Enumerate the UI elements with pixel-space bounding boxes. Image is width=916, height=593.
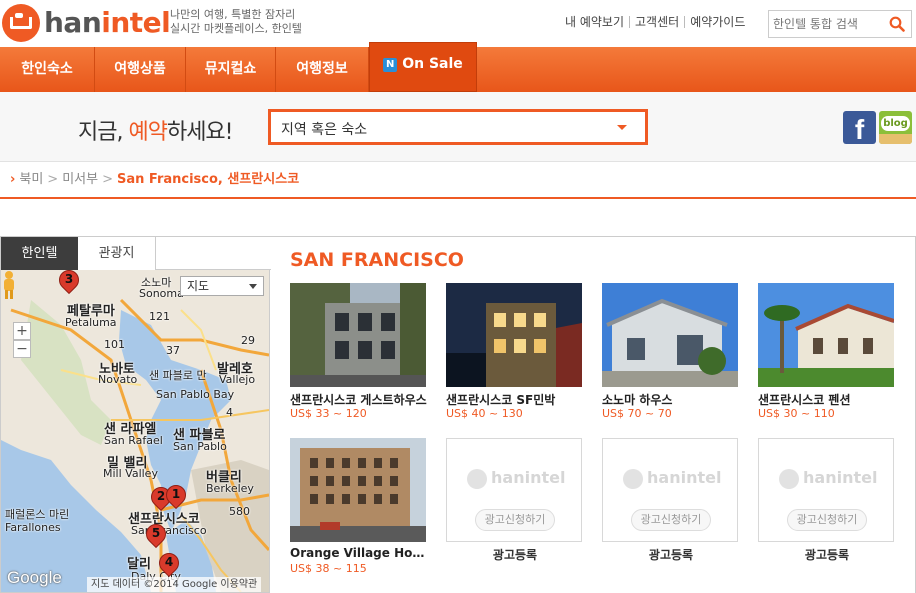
map-label-road-29: 29 (241, 334, 255, 347)
map-label-berkeley-en: Berkeley (206, 482, 254, 495)
nav-on-sale[interactable]: N On Sale (369, 42, 477, 92)
map-panel: 한인텔 관광지 소노마 Sonoma 페탈루마 Petaluma 121 101… (0, 236, 271, 593)
reservation-guide-link[interactable]: 예약가이드 (685, 16, 750, 28)
new-badge-icon: N (383, 58, 398, 72)
map-label-sanrafael-en: San Rafael (104, 434, 163, 447)
tagline: 나만의 여행, 특별한 잠자리 실시간 마켓플레이스, 한인텔 (170, 8, 302, 36)
chevron-down-icon (617, 125, 627, 130)
lodging-name[interactable]: 샌프란시스코 펜션 (758, 391, 896, 408)
nav-tour-products[interactable]: 여행상품 (95, 47, 186, 92)
hanintel-logo[interactable]: hanintel (2, 4, 171, 42)
site-header: hanintel 나만의 여행, 특별한 잠자리 실시간 마켓플레이스, 한인텔… (0, 0, 916, 46)
zoom-out-button[interactable]: − (13, 340, 31, 358)
lodging-name[interactable]: 소노마 하우스 (602, 391, 740, 408)
lodging-name[interactable]: 샌프란시스코 게스트하우스 (290, 391, 428, 408)
ad-box[interactable]: hanintel 광고신청하기 (602, 438, 738, 542)
search-band: 지금, 예약하세요! 지역 혹은 숙소 f blog (0, 92, 916, 162)
nav-travel-info[interactable]: 여행정보 (276, 47, 369, 92)
map-label-vallejo-en: Vallejo (219, 373, 256, 386)
main-nav: 한인숙소 여행상품 뮤지컬쇼 여행정보 N On Sale (0, 42, 916, 92)
breadcrumb-arrow-icon: › (10, 172, 16, 187)
bed-icon (2, 4, 40, 42)
my-reservations-link[interactable]: 내 예약보기 (560, 16, 631, 28)
ad-apply-button[interactable]: 광고신청하기 (631, 509, 711, 531)
hanintel-logo-placeholder: hanintel (779, 468, 879, 489)
blog-icon[interactable]: blog (879, 111, 912, 144)
reserve-headline: 지금, 예약하세요! (78, 120, 233, 145)
map-type-select[interactable]: 지도 (180, 276, 264, 296)
map-label-farallones-en: Farallones (5, 521, 61, 534)
city-title: SAN FRANCISCO (290, 249, 464, 271)
customer-center-link[interactable]: 고객센터 (630, 16, 686, 28)
tagline-line-2: 실시간 마켓플레이스, 한인텔 (170, 22, 302, 35)
on-sale-label: On Sale (402, 56, 463, 72)
breadcrumb: › 북미 > 미서부 > San Francisco, 샌프란시스코 (0, 163, 916, 199)
lodging-photo[interactable] (290, 438, 426, 542)
utility-links: 내 예약보기 고객센터 예약가이드 (560, 16, 750, 28)
map-label-farallones-ko: 패럴론스 마린 (5, 508, 70, 521)
ad-label[interactable]: 광고등록 (446, 546, 584, 563)
google-logo: Google (7, 568, 62, 587)
map-label-road-101: 101 (104, 338, 125, 351)
map[interactable]: 소노마 Sonoma 페탈루마 Petaluma 121 101 37 29 노… (1, 270, 269, 592)
map-marker-1[interactable]: 1 (161, 480, 191, 513)
map-label-road-121: 121 (149, 310, 170, 323)
map-marker-3[interactable]: 3 (54, 270, 84, 298)
listings-panel: SAN FRANCISCO 샌프란시스코 게스트하우스 US$ 33 ~ 120 (270, 236, 916, 593)
blog-label: blog (881, 116, 910, 131)
logo-wordmark: hanintel (44, 6, 171, 39)
lodging-photo[interactable] (602, 283, 738, 387)
lodging-price: US$ 40 ~ 130 (446, 407, 523, 420)
lodging-price: US$ 70 ~ 70 (602, 407, 672, 420)
lodging-name[interactable]: 샌프란시스코 SF민박 (446, 391, 584, 408)
facebook-icon[interactable]: f (843, 111, 876, 145)
tab-hanintel[interactable]: 한인텔 (1, 237, 78, 270)
breadcrumb-current: San Francisco, 샌프란시스코 (116, 172, 300, 187)
street-view-pegman-icon[interactable] (1, 270, 17, 300)
breadcrumb-north-america[interactable]: 북미 (19, 172, 43, 187)
search-icon[interactable] (889, 16, 905, 32)
top-search-input[interactable] (773, 15, 883, 33)
lodging-price: US$ 38 ~ 115 (290, 562, 367, 575)
region-select-value: 지역 혹은 숙소 (281, 122, 368, 138)
map-label-sanpablobay-en: San Pablo Bay (156, 388, 235, 401)
map-label-road-4: 4 (226, 406, 233, 419)
lodging-photo[interactable] (290, 283, 426, 387)
zoom-in-button[interactable]: + (13, 322, 31, 340)
map-label-petaluma-en: Petaluma (65, 316, 117, 329)
chevron-down-icon (249, 284, 257, 289)
map-label-road-37: 37 (166, 344, 180, 357)
map-label-sonoma-en: Sonoma (139, 287, 184, 300)
lodging-name[interactable]: Orange Village Hostel (290, 546, 428, 560)
ad-apply-button[interactable]: 광고신청하기 (787, 509, 867, 531)
nav-musical-show[interactable]: 뮤지컬쇼 (186, 47, 276, 92)
top-search-box (768, 10, 912, 38)
tagline-line-1: 나만의 여행, 특별한 잠자리 (170, 8, 296, 21)
ad-apply-button[interactable]: 광고신청하기 (475, 509, 555, 531)
nav-korean-lodging[interactable]: 한인숙소 (0, 47, 95, 92)
tab-attractions[interactable]: 관광지 (78, 237, 156, 270)
ad-label[interactable]: 광고등록 (758, 546, 896, 563)
map-label-novato-en: Novato (98, 373, 138, 386)
map-label-road-580: 580 (229, 505, 250, 518)
ad-label[interactable]: 광고등록 (602, 546, 740, 563)
lodging-price: US$ 30 ~ 110 (758, 407, 835, 420)
map-attribution: 지도 데이터 ©2014 Google 이용약관 (87, 577, 262, 592)
hanintel-logo-placeholder: hanintel (623, 468, 723, 489)
lodging-photo[interactable] (446, 283, 582, 387)
hanintel-logo-placeholder: hanintel (467, 468, 567, 489)
map-marker-5[interactable]: 5 (141, 519, 171, 552)
map-tabs: 한인텔 관광지 (1, 237, 271, 270)
ad-box[interactable]: hanintel 광고신청하기 (758, 438, 894, 542)
map-label-sf-en: San Francisco (131, 524, 207, 537)
map-label-sanpablobay-ko: 샌 파블로 만 (149, 369, 207, 382)
breadcrumb-us-west[interactable]: 미서부 (62, 172, 98, 187)
lodging-photo[interactable] (758, 283, 894, 387)
map-label-millvalley-en: Mill Valley (103, 467, 158, 480)
map-type-value: 지도 (187, 279, 210, 293)
map-label-sanpablo-en: San Pablo (173, 440, 227, 453)
ad-box[interactable]: hanintel 광고신청하기 (446, 438, 582, 542)
lodging-price: US$ 33 ~ 120 (290, 407, 367, 420)
region-select[interactable]: 지역 혹은 숙소 (268, 109, 648, 145)
